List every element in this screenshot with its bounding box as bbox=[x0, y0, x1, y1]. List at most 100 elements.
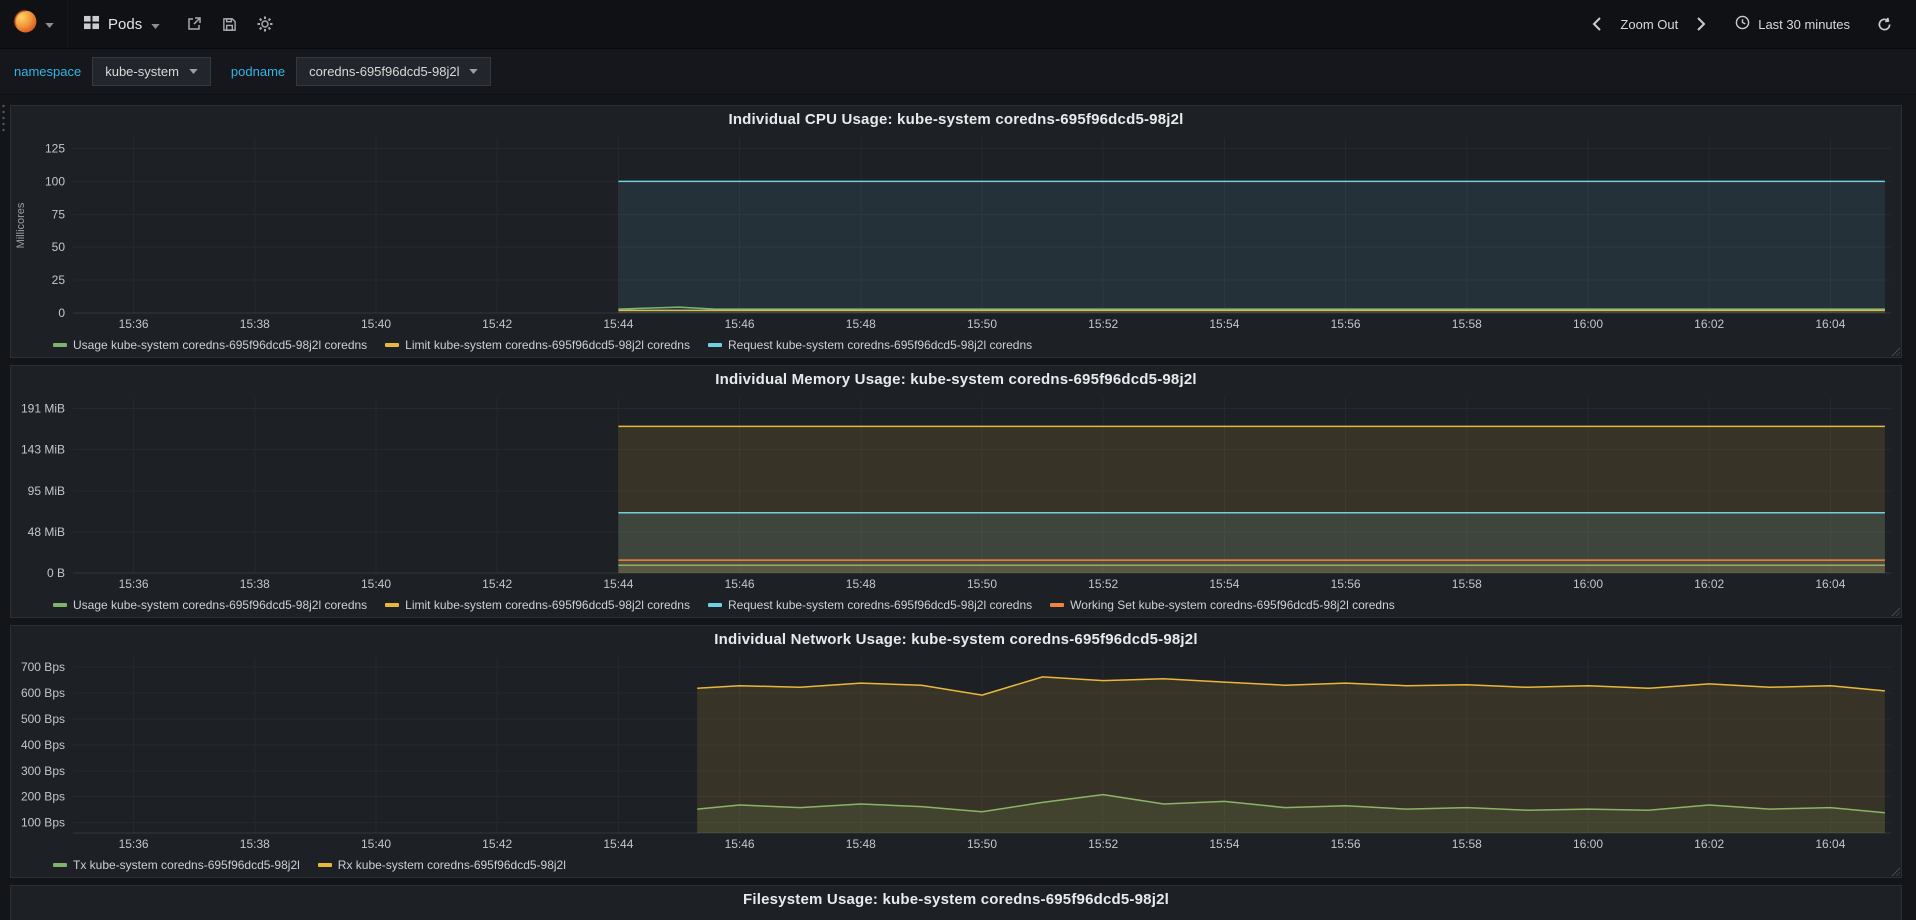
svg-text:16:04: 16:04 bbox=[1815, 577, 1845, 591]
legend-item[interactable]: Tx kube-system coredns-695f96dcd5-98j2l bbox=[53, 858, 300, 872]
svg-text:15:44: 15:44 bbox=[603, 317, 633, 331]
variable-podname: podname coredns-695f96dcd5-98j2l bbox=[231, 57, 492, 86]
cpu-usage-chart[interactable]: 0 25 50 75 100 125 15:36 15:38 15:40 15:42 15:44 15… bbox=[11, 132, 1901, 333]
navbar: Pods Zoom Out Last 30 minutes bbox=[0, 0, 1916, 49]
dashboard-settings-button[interactable] bbox=[247, 0, 283, 48]
panel-title[interactable]: Individual CPU Usage: kube-system coredn… bbox=[11, 106, 1901, 132]
variable-namespace: namespace kube-system bbox=[14, 57, 211, 86]
panel-network-usage: Individual Network Usage: kube-system co… bbox=[10, 625, 1902, 878]
grafana-logo-icon bbox=[13, 9, 38, 39]
svg-text:15:42: 15:42 bbox=[482, 577, 512, 591]
svg-text:15:40: 15:40 bbox=[361, 317, 391, 331]
svg-text:191 MiB: 191 MiB bbox=[21, 402, 65, 416]
legend-series-swatch-icon bbox=[707, 603, 722, 607]
legend-series-label: Working Set kube-system coredns-695f96dc… bbox=[1070, 598, 1395, 612]
share-dashboard-button[interactable] bbox=[176, 0, 212, 48]
time-picker-button[interactable]: Last 30 minutes bbox=[1728, 0, 1857, 49]
svg-text:15:48: 15:48 bbox=[846, 577, 876, 591]
chart-canvas[interactable]: 100 Bps 200 Bps 300 Bps 400 Bps 500 Bps 600 B… bbox=[11, 652, 1901, 853]
grafana-logo-button[interactable] bbox=[0, 0, 68, 48]
svg-text:16:00: 16:00 bbox=[1573, 317, 1603, 331]
panel-filesystem-usage: Filesystem Usage: kube-system coredns-69… bbox=[10, 885, 1902, 920]
svg-text:16:02: 16:02 bbox=[1694, 577, 1724, 591]
filesystem-usage-chart-placeholder[interactable] bbox=[11, 912, 1901, 920]
time-range-label: Last 30 minutes bbox=[1758, 16, 1850, 32]
legend-series-swatch-icon bbox=[1050, 603, 1065, 607]
dashboard-title: Pods bbox=[108, 15, 143, 33]
svg-text:200 Bps: 200 Bps bbox=[21, 790, 65, 804]
zoom-out-button[interactable]: Zoom Out bbox=[1613, 0, 1685, 49]
legend-series-swatch-icon bbox=[385, 603, 400, 607]
legend-item[interactable]: Usage kube-system coredns-695f96dcd5-98j… bbox=[53, 338, 367, 352]
legend-series-swatch-icon bbox=[317, 863, 332, 867]
svg-text:25: 25 bbox=[52, 273, 66, 287]
svg-text:16:02: 16:02 bbox=[1694, 837, 1724, 851]
save-dashboard-button[interactable] bbox=[212, 0, 247, 48]
svg-text:15:36: 15:36 bbox=[119, 577, 149, 591]
legend-item[interactable]: Working Set kube-system coredns-695f96dc… bbox=[1050, 598, 1395, 612]
svg-text:15:42: 15:42 bbox=[482, 837, 512, 851]
chart-canvas[interactable]: 0 B 48 MiB 95 MiB 143 MiB 191 MiB 15:36 15:38 1… bbox=[11, 392, 1901, 593]
time-shift-forward-button[interactable] bbox=[1687, 17, 1716, 31]
refresh-button[interactable] bbox=[1867, 17, 1902, 32]
svg-text:16:04: 16:04 bbox=[1815, 317, 1845, 331]
svg-text:15:36: 15:36 bbox=[119, 837, 149, 851]
network-usage-legend: Tx kube-system coredns-695f96dcd5-98j2l R… bbox=[11, 853, 1901, 877]
legend-series-swatch-icon bbox=[53, 863, 67, 867]
legend-series-label: Limit kube-system coredns-695f96dcd5-98j… bbox=[405, 598, 690, 612]
panel-memory-usage: Individual Memory Usage: kube-system cor… bbox=[10, 365, 1902, 618]
svg-text:15:48: 15:48 bbox=[846, 837, 876, 851]
legend-item[interactable]: Limit kube-system coredns-695f96dcd5-98j… bbox=[385, 338, 690, 352]
legend-item[interactable]: Rx kube-system coredns-695f96dcd5-98j2l bbox=[317, 858, 566, 872]
podname-variable-value: coredns-695f96dcd5-98j2l bbox=[309, 64, 460, 79]
svg-text:Millicores: Millicores bbox=[15, 202, 27, 248]
panel-title[interactable]: Filesystem Usage: kube-system coredns-69… bbox=[11, 886, 1901, 912]
dashboard-body: Individual CPU Usage: kube-system coredn… bbox=[0, 95, 1916, 920]
svg-text:15:38: 15:38 bbox=[240, 317, 270, 331]
svg-text:15:58: 15:58 bbox=[1452, 837, 1482, 851]
svg-text:16:04: 16:04 bbox=[1815, 837, 1845, 851]
memory-usage-legend: Usage kube-system coredns-695f96dcd5-98j… bbox=[11, 593, 1901, 617]
svg-text:700 Bps: 700 Bps bbox=[21, 660, 65, 674]
svg-text:16:00: 16:00 bbox=[1573, 837, 1603, 851]
zoom-out-label: Zoom Out bbox=[1620, 16, 1679, 32]
svg-text:100: 100 bbox=[45, 174, 65, 188]
svg-text:100 Bps: 100 Bps bbox=[21, 816, 65, 830]
podname-variable-dropdown[interactable]: coredns-695f96dcd5-98j2l bbox=[296, 57, 492, 86]
chart-canvas[interactable]: 0 25 50 75 100 125 15:36 15:38 15:40 15:42 15:44 15… bbox=[11, 132, 1901, 333]
svg-text:15:56: 15:56 bbox=[1331, 317, 1361, 331]
svg-text:15:50: 15:50 bbox=[967, 317, 997, 331]
svg-text:15:48: 15:48 bbox=[846, 317, 876, 331]
dashboard-picker[interactable]: Pods bbox=[68, 15, 176, 34]
panel-title[interactable]: Individual Memory Usage: kube-system cor… bbox=[11, 366, 1901, 392]
svg-text:500 Bps: 500 Bps bbox=[21, 712, 65, 726]
svg-text:15:40: 15:40 bbox=[361, 577, 391, 591]
svg-text:15:42: 15:42 bbox=[482, 317, 512, 331]
clock-icon bbox=[1735, 15, 1750, 33]
chevron-down-icon bbox=[45, 15, 54, 33]
legend-item[interactable]: Usage kube-system coredns-695f96dcd5-98j… bbox=[53, 598, 367, 612]
legend-series-swatch-icon bbox=[385, 343, 400, 347]
network-usage-chart[interactable]: 100 Bps 200 Bps 300 Bps 400 Bps 500 Bps 600 B… bbox=[11, 652, 1901, 853]
svg-text:15:56: 15:56 bbox=[1331, 837, 1361, 851]
chevron-down-icon bbox=[469, 69, 479, 74]
chevron-down-icon bbox=[151, 16, 160, 33]
svg-text:15:40: 15:40 bbox=[361, 837, 391, 851]
svg-text:15:50: 15:50 bbox=[967, 837, 997, 851]
svg-text:15:46: 15:46 bbox=[725, 837, 755, 851]
dashboards-grid-icon bbox=[84, 15, 99, 34]
legend-series-label: Request kube-system coredns-695f96dcd5-9… bbox=[727, 598, 1033, 612]
svg-text:15:46: 15:46 bbox=[725, 577, 755, 591]
panel-drag-handle[interactable] bbox=[1, 103, 7, 133]
svg-text:15:46: 15:46 bbox=[725, 317, 755, 331]
legend-series-label: Rx kube-system coredns-695f96dcd5-98j2l bbox=[337, 858, 566, 872]
time-shift-back-button[interactable] bbox=[1582, 17, 1611, 31]
namespace-variable-dropdown[interactable]: kube-system bbox=[92, 57, 211, 86]
svg-text:15:50: 15:50 bbox=[967, 577, 997, 591]
svg-text:15:54: 15:54 bbox=[1209, 317, 1239, 331]
panel-title[interactable]: Individual Network Usage: kube-system co… bbox=[11, 626, 1901, 652]
legend-item[interactable]: Limit kube-system coredns-695f96dcd5-98j… bbox=[385, 598, 690, 612]
legend-item[interactable]: Request kube-system coredns-695f96dcd5-9… bbox=[707, 598, 1033, 612]
memory-usage-chart[interactable]: 0 B 48 MiB 95 MiB 143 MiB 191 MiB 15:36 15:38 1… bbox=[11, 392, 1901, 593]
legend-item[interactable]: Request kube-system coredns-695f96dcd5-9… bbox=[707, 338, 1032, 352]
